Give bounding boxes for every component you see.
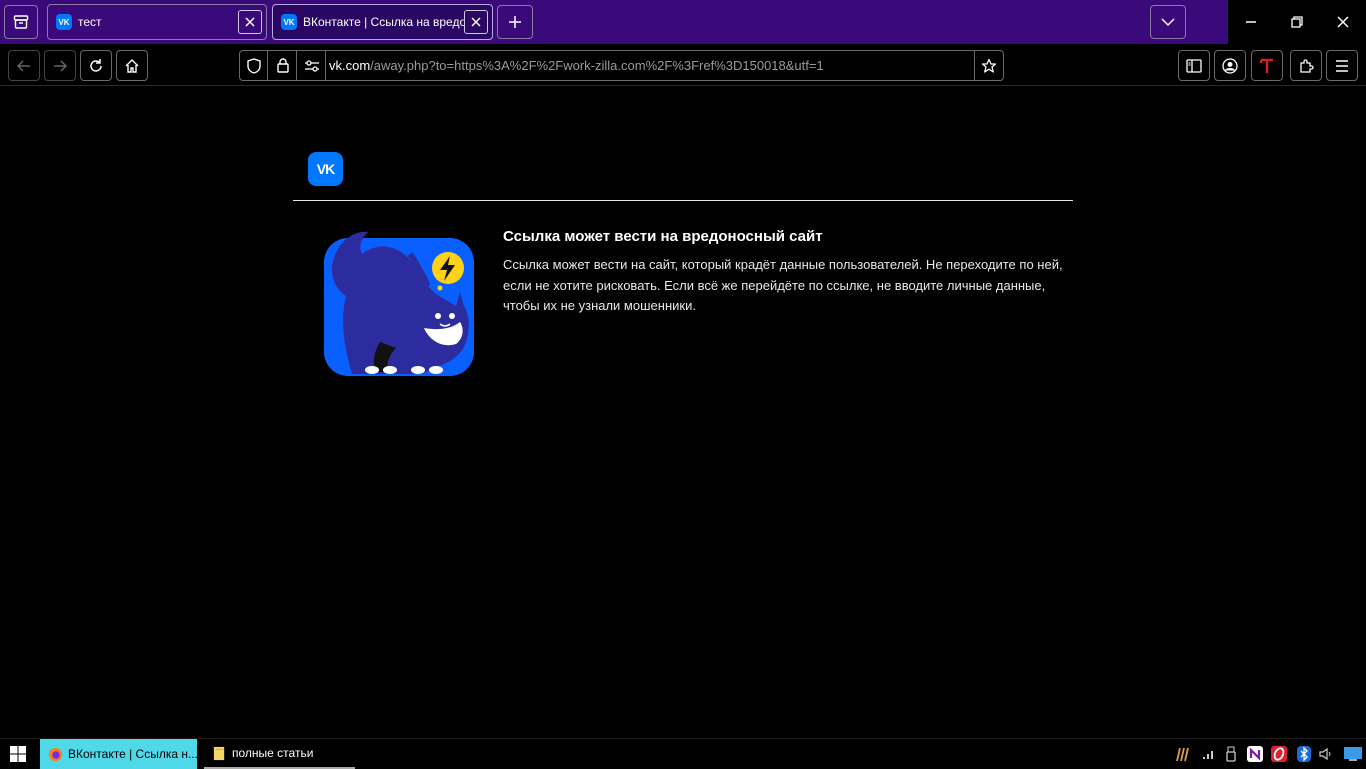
tray-bluetooth-icon[interactable] xyxy=(1295,744,1313,764)
warning-description: Ссылка может вести на сайт, который крад… xyxy=(503,257,1063,313)
url-text[interactable]: vk.com/away.php?to=https%3A%2F%2Fwork-zi… xyxy=(329,58,824,73)
tray-volume-icon[interactable] xyxy=(1317,744,1335,764)
forward-button[interactable] xyxy=(44,50,76,81)
bookmark-button[interactable] xyxy=(974,51,1003,80)
firefox-icon xyxy=(48,747,63,761)
sidebar-button[interactable] xyxy=(1178,50,1210,81)
archive-icon xyxy=(13,15,29,29)
tray-opera-icon[interactable] xyxy=(1270,744,1288,764)
taskbar-item-folder[interactable]: полные статьи xyxy=(204,739,355,769)
tab-overview-button[interactable] xyxy=(4,5,38,39)
bluetooth-icon xyxy=(1297,746,1311,762)
tray-notifications-icon[interactable] xyxy=(1342,744,1364,764)
taskbar-item-label: ВКонтакте | Ссылка н... xyxy=(68,747,197,761)
translate-extension-icon xyxy=(1260,58,1273,73)
taskbar-item-label: полные статьи xyxy=(232,746,314,760)
vk-favicon: VK xyxy=(281,14,297,30)
tab-close-button[interactable] xyxy=(238,10,262,34)
list-all-tabs-button[interactable] xyxy=(1150,5,1186,39)
tab-test[interactable]: VK тест xyxy=(47,4,267,40)
windows-logo-icon xyxy=(10,746,26,762)
permissions-button[interactable] xyxy=(298,51,326,80)
tab-title: тест xyxy=(78,15,102,29)
desktop-display-icon xyxy=(1344,747,1362,761)
arrow-right-icon xyxy=(54,59,68,72)
bars-app-icon xyxy=(1176,747,1189,762)
url-domain: vk.com xyxy=(329,58,371,73)
extensions-button[interactable] xyxy=(1290,50,1322,81)
puzzle-icon xyxy=(1300,58,1314,73)
url-path: /away.php?to=https%3A%2F%2Fwork-zilla.co… xyxy=(370,58,824,73)
app-menu-button[interactable] xyxy=(1326,50,1358,81)
scared-cat-illustration xyxy=(324,231,474,376)
close-window-button[interactable] xyxy=(1320,0,1366,44)
header-divider xyxy=(293,200,1073,201)
shield-icon xyxy=(246,57,261,74)
restore-button[interactable] xyxy=(1274,0,1320,44)
tray-usb-icon[interactable] xyxy=(1222,744,1240,764)
n-app-icon xyxy=(1247,746,1263,762)
star-icon xyxy=(981,58,997,73)
minimize-icon xyxy=(1246,21,1256,23)
account-icon xyxy=(1222,57,1238,74)
tab-title: ВКонтакте | Ссылка на вредоносный сайт xyxy=(303,15,464,29)
window-controls xyxy=(1228,0,1366,44)
hamburger-menu-icon xyxy=(1336,59,1348,72)
tab-close-button[interactable] xyxy=(464,10,488,34)
new-tab-button[interactable] xyxy=(497,5,533,39)
address-bar[interactable]: vk.com/away.php?to=https%3A%2F%2Fwork-zi… xyxy=(239,50,1004,81)
reload-icon xyxy=(90,58,102,72)
usb-drive-icon xyxy=(1226,746,1236,762)
plus-icon xyxy=(509,16,521,28)
start-button[interactable] xyxy=(0,739,36,769)
taskbar: ВКонтакте | Ссылка н... полные статьи xyxy=(0,738,1366,769)
close-icon xyxy=(1337,16,1349,28)
home-button[interactable] xyxy=(116,50,148,81)
red-app-icon xyxy=(1271,746,1287,762)
arrow-left-icon xyxy=(16,59,30,72)
tab-vk-warning[interactable]: VK ВКонтакте | Ссылка на вредоносный сай… xyxy=(272,4,493,40)
minimize-button[interactable] xyxy=(1228,0,1274,44)
tray-n-app-icon[interactable] xyxy=(1246,744,1264,764)
close-icon xyxy=(245,17,255,27)
chevron-down-icon xyxy=(1161,18,1175,27)
sidebar-icon xyxy=(1186,58,1202,73)
warning-title: Ссылка может вести на вредоносный сайт xyxy=(503,228,823,245)
restore-icon xyxy=(1291,16,1303,28)
tab-strip: VK тест VK ВКонтакте | Ссылка на вредоно… xyxy=(0,0,1366,44)
account-button[interactable] xyxy=(1214,50,1246,81)
home-icon xyxy=(125,58,139,73)
lock-icon xyxy=(276,58,289,73)
speaker-icon xyxy=(1319,747,1331,761)
taskbar-item-firefox[interactable]: ВКонтакте | Ссылка н... xyxy=(40,739,197,769)
tracking-protection-button[interactable] xyxy=(240,51,268,80)
tray-app-icon[interactable] xyxy=(1174,744,1192,764)
back-button[interactable] xyxy=(8,50,40,81)
wifi-icon xyxy=(1203,751,1213,759)
folder-icon xyxy=(213,746,225,760)
vk-favicon: VK xyxy=(56,14,72,30)
reload-button[interactable] xyxy=(80,50,112,81)
nav-toolbar: vk.com/away.php?to=https%3A%2F%2Fwork-zi… xyxy=(0,44,1366,86)
close-icon xyxy=(471,17,481,27)
sliders-icon xyxy=(304,59,319,72)
site-security-button[interactable] xyxy=(269,51,297,80)
extension-translate-button[interactable] xyxy=(1251,50,1283,81)
vk-logo[interactable]: VK xyxy=(308,152,343,186)
tray-network-icon[interactable] xyxy=(1200,744,1218,764)
